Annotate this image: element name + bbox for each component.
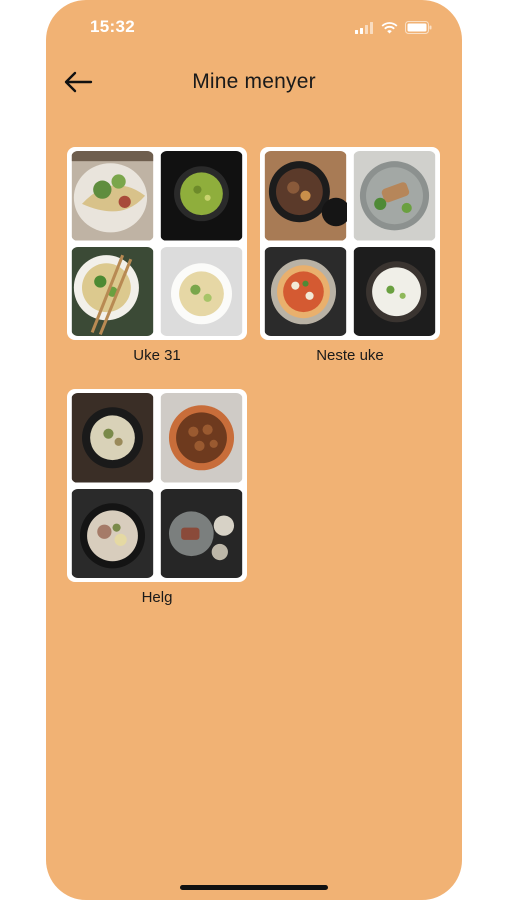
battery-icon [405,21,432,39]
dish-image-steak-plate [160,488,243,578]
dish-image-braised-pot [264,151,347,241]
dish-image-grilled-salad [353,151,436,241]
dish-image-green-soup [160,151,243,241]
wifi-icon [381,21,398,39]
menu-label: Uke 31 [133,347,181,364]
menu-image-grid [260,147,440,340]
header: Mine menyer [46,58,462,106]
status-time: 15:32 [90,17,135,36]
menu-image-grid [67,147,247,340]
status-icons [355,21,432,39]
page-title: Mine menyer [192,70,316,93]
home-indicator[interactable] [180,885,328,890]
menu-label: Neste uke [316,347,384,364]
dish-image-taco-plate [71,151,154,241]
dish-image-light-soup [160,246,243,336]
menu-card-neste-uke[interactable]: Neste uke [260,147,440,364]
menu-label: Helg [141,589,173,606]
menu-card-uke-31[interactable]: Uke 31 [67,147,247,364]
dish-image-creamy-soup [353,246,436,336]
dish-image-stew-pan [71,488,154,578]
phone-screen: 15:32 Mine menyer Uke 31 Neste uke Helg [46,0,462,900]
menu-image-grid [67,389,247,582]
menu-card-helg[interactable]: Helg [67,389,247,606]
dish-image-meatball-pot [160,393,243,483]
status-bar: 15:32 [46,0,462,56]
dish-image-pizza [264,246,347,336]
dish-image-noodle-pan [71,393,154,483]
cellular-signal-icon [355,21,374,39]
dish-image-noodle-bowl [71,246,154,336]
